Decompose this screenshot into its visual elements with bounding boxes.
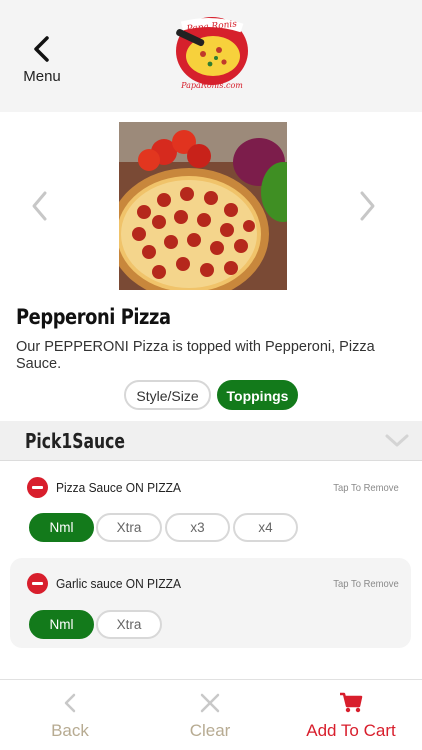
list-item: Garlic sauce ON PIZZA Tap To Remove Nml … [10, 558, 411, 648]
tap-to-remove-link[interactable]: Tap To Remove [334, 578, 399, 590]
option-xtra[interactable]: Xtra [96, 610, 162, 639]
option-nml[interactable]: Nml [29, 513, 94, 542]
clear-label: Clear [189, 721, 231, 740]
back-label: Back [51, 721, 89, 740]
clear-button[interactable]: Clear [140, 680, 280, 750]
back-button[interactable]: Back [0, 680, 140, 750]
topping-name: Pizza Sauce ON PIZZA [56, 480, 181, 495]
product-title: Pepperoni Pizza [16, 305, 171, 329]
chevron-left-icon [64, 693, 76, 713]
minus-circle-icon[interactable] [27, 477, 48, 498]
close-icon [200, 693, 220, 713]
previous-image-button[interactable] [28, 188, 52, 224]
top-bar: Menu Papa Ronis PapaRonis.com [0, 0, 422, 112]
topping-name: Garlic sauce ON PIZZA [56, 576, 181, 591]
add-to-cart-label: Add To Cart [306, 721, 396, 740]
section-header[interactable]: Pick1Sauce [0, 421, 422, 461]
chevron-left-icon [32, 191, 47, 221]
option-xtra[interactable]: Xtra [96, 513, 162, 542]
product-description: Our PEPPERONI Pizza is topped with Peppe… [16, 339, 375, 372]
add-to-cart-button[interactable]: Add To Cart [280, 680, 422, 750]
product-image [119, 122, 287, 290]
minus-circle-icon[interactable] [27, 573, 48, 594]
next-image-button[interactable] [355, 188, 379, 224]
list-item: Pizza Sauce ON PIZZA Tap To Remove Nml X… [10, 464, 411, 552]
bottom-bar: Back Clear Add To Cart [0, 679, 422, 750]
tab-toppings[interactable]: Toppings [217, 380, 298, 410]
chevron-left-icon [34, 36, 49, 62]
tap-to-remove-link[interactable]: Tap To Remove [334, 482, 399, 494]
svg-text:PapaRonis.com: PapaRonis.com [180, 81, 243, 90]
tab-style-size[interactable]: Style/Size [124, 380, 211, 410]
option-x4[interactable]: x4 [233, 513, 298, 542]
option-nml[interactable]: Nml [29, 610, 94, 639]
cart-icon [340, 692, 363, 713]
chevron-right-icon [360, 191, 375, 221]
chevron-down-icon [385, 434, 409, 447]
menu-button[interactable]: Menu [14, 36, 70, 86]
menu-label: Menu [23, 68, 61, 85]
option-x3[interactable]: x3 [165, 513, 230, 542]
section-title: Pick1Sauce [25, 429, 125, 453]
brand-logo: Papa Ronis PapaRonis.com [172, 14, 252, 92]
